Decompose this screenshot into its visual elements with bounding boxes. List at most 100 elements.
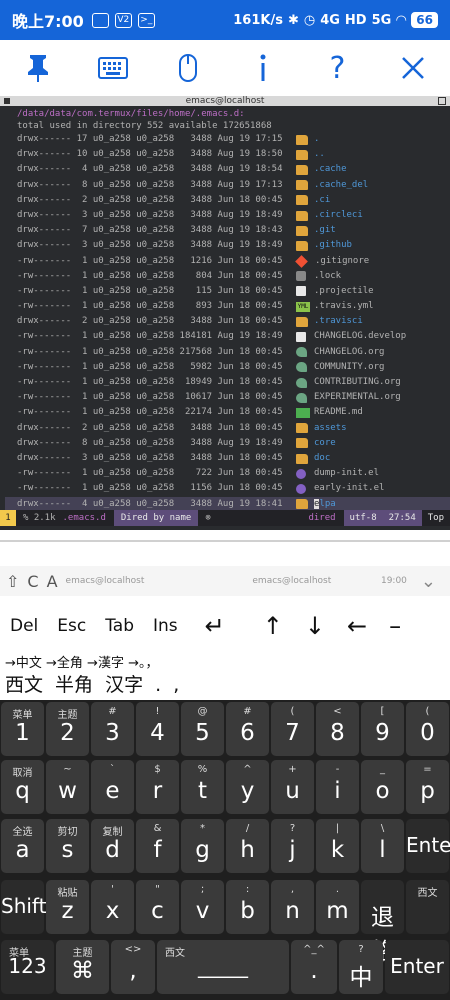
alt-icon[interactable]: A [47, 572, 58, 591]
dired-row[interactable]: -rw------- 1 u0_a258 u0_a258 18949 Jun 1… [17, 375, 450, 390]
pin-icon[interactable] [10, 46, 66, 90]
dired-row[interactable]: drwx------ 7 u0_a258 u0_a258 3488 Aug 19… [17, 223, 450, 238]
up-icon[interactable]: ⇧ [6, 572, 19, 591]
dired-row-name[interactable]: .projectile [314, 284, 374, 299]
key-row1-7[interactable]: <8 [316, 702, 359, 756]
key-row3-3[interactable]: & f [136, 819, 179, 873]
dired-row-name[interactable]: README.md [314, 405, 363, 420]
dired-row-name[interactable]: . [314, 132, 319, 147]
key-row1-8[interactable]: [9 [361, 702, 404, 756]
dired-row-name[interactable]: CHANGELOG.develop [314, 329, 406, 344]
task-left[interactable]: emacs@localhost [66, 576, 145, 586]
dired-row[interactable]: -rw------- 1 u0_a258 u0_a258 722 Jun 18 … [17, 466, 450, 481]
key-row3-0[interactable]: 全选 a [1, 819, 44, 873]
dired-row[interactable]: -rw------- 1 u0_a258 u0_a258 115 Jun 18 … [17, 284, 450, 299]
dired-row[interactable]: drwx------ 3 u0_a258 u0_a258 3488 Jun 18… [17, 451, 450, 466]
key-row4-8[interactable]: 退格 [361, 880, 404, 965]
dired-row-name[interactable]: CHANGELOG.org [314, 345, 384, 360]
key-row4-0[interactable]: Shift [1, 880, 46, 934]
dired-row-name[interactable]: .lock [314, 269, 341, 284]
dired-row-name[interactable]: .github [314, 238, 352, 253]
key-row2-8[interactable]: _ o [361, 760, 404, 814]
key-row2-1[interactable]: ~ w [46, 760, 89, 814]
key-row5-2[interactable]: <>, [111, 940, 155, 994]
dired-row-name[interactable]: assets [314, 421, 347, 436]
dired-row-name[interactable]: .travis.yml [314, 299, 374, 314]
key-row3-6[interactable]: ? j [271, 819, 314, 873]
dired-row[interactable]: -rw------- 1 u0_a258 u0_a258 1216 Jun 18… [17, 254, 450, 269]
dired-row-name[interactable]: doc [314, 451, 330, 466]
key-row4-5[interactable]: :b [226, 880, 269, 934]
key-row2-7[interactable]: -i [316, 760, 359, 814]
key-esc[interactable]: Esc [57, 616, 86, 636]
key-row2-3[interactable]: $ r [136, 760, 179, 814]
dired-row-name[interactable]: .travisci [314, 314, 363, 329]
ime-candidate-list[interactable]: 西文 半角 汉字 . , [5, 672, 450, 698]
dired-row-name[interactable]: .circleci [314, 208, 363, 223]
key-row1-1[interactable]: 主题 2 [46, 702, 89, 756]
key-row2-0[interactable]: 取消 q [1, 760, 44, 814]
dired-row[interactable]: drwx------ 8 u0_a258 u0_a258 3488 Aug 19… [17, 178, 450, 193]
key-del[interactable]: Del [10, 616, 38, 636]
key-row4-3[interactable]: " c [136, 880, 179, 934]
dired-row[interactable]: -rw------- 1 u0_a258 u0_a258 10617 Jun 1… [17, 390, 450, 405]
ctrl-icon[interactable]: C [27, 572, 38, 591]
key-ins[interactable]: Ins [153, 616, 178, 636]
key-row1-3[interactable]: ! 4 [136, 702, 179, 756]
key-row4-7[interactable]: .m [316, 880, 359, 934]
dired-row[interactable]: drwx------ 10 u0_a258 u0_a258 3488 Aug 1… [17, 147, 450, 162]
key-row3-2[interactable]: 复制 d [91, 819, 134, 873]
dired-row[interactable]: drwx------ 17 u0_a258 u0_a258 3488 Aug 1… [17, 132, 450, 147]
dired-row[interactable]: drwx------ 4 u0_a258 u0_a258 3488 Aug 19… [17, 162, 450, 177]
key-row1-9[interactable]: (0 [406, 702, 449, 756]
key-row2-6[interactable]: + u [271, 760, 314, 814]
key-row3-5[interactable]: / h [226, 819, 269, 873]
chevron-down-icon[interactable]: ⌄ [421, 571, 436, 592]
dired-row[interactable]: -rw------- 1 u0_a258 u0_a258 893 Jun 18 … [17, 299, 450, 314]
arrow-right-icon[interactable]: – [389, 612, 401, 640]
key-row3-4[interactable]: * g [181, 819, 224, 873]
dired-row[interactable]: -rw------- 1 u0_a258 u0_a258 217568 Jun … [17, 345, 450, 360]
key-row3-8[interactable]: \ l [361, 819, 404, 873]
dired-row-name[interactable]: CONTRIBUTING.org [314, 375, 401, 390]
dired-row-name[interactable]: COMMUNITY.org [314, 360, 384, 375]
key-row3-7[interactable]: | k [316, 819, 359, 873]
key-row5-5[interactable]: ? 中 [339, 940, 383, 994]
dired-row[interactable]: -rw------- 1 u0_a258 u0_a258 22174 Jun 1… [17, 405, 450, 420]
key-row5-6[interactable]: Enter [385, 940, 449, 994]
key-row1-0[interactable]: 菜单 1 [1, 702, 44, 756]
info-icon[interactable] [235, 46, 291, 90]
help-icon[interactable]: ? [310, 46, 366, 90]
window-maximize-icon[interactable] [438, 97, 446, 105]
dired-row[interactable]: drwx------ 2 u0_a258 u0_a258 3488 Jun 18… [17, 314, 450, 329]
close-icon[interactable] [385, 46, 441, 90]
key-row2-5[interactable]: ^ y [226, 760, 269, 814]
dired-row-name[interactable]: .cache_del [314, 178, 368, 193]
key-row5-0[interactable]: 菜单 123 [1, 940, 54, 994]
key-row1-6[interactable]: (7 [271, 702, 314, 756]
dired-row-name[interactable]: .git [314, 223, 336, 238]
dired-row-name[interactable]: .ci [314, 193, 330, 208]
dired-row[interactable]: drwx------ 3 u0_a258 u0_a258 3488 Aug 19… [17, 238, 450, 253]
key-row5-3[interactable]: 西文 _____ [157, 940, 289, 994]
key-row1-2[interactable]: #3 [91, 702, 134, 756]
window-menu-icon[interactable] [4, 98, 10, 104]
key-row3-1[interactable]: 剪切 s [46, 819, 89, 873]
emacs-window[interactable]: emacs@localhost /data/data/com.termux/fi… [0, 96, 450, 530]
key-row4-4[interactable]: ; v [181, 880, 224, 934]
dired-row[interactable]: drwx------ 3 u0_a258 u0_a258 3488 Aug 19… [17, 208, 450, 223]
key-row2-4[interactable]: % t [181, 760, 224, 814]
arrow-left-icon[interactable]: ← [347, 612, 367, 640]
dired-row[interactable]: -rw------- 1 u0_a258 u0_a258 1156 Jun 18… [17, 481, 450, 496]
key-tab[interactable]: Tab [105, 616, 134, 636]
dired-row-name[interactable]: core [314, 436, 336, 451]
return-icon[interactable]: ↵ [205, 612, 225, 640]
key-row4-9[interactable]: 西文 [406, 880, 449, 934]
dired-buffer[interactable]: /data/data/com.termux/files/home/.emacs.… [0, 106, 450, 512]
key-row4-1[interactable]: 粘贴 z [46, 880, 89, 934]
dired-row-name[interactable]: .. [314, 147, 325, 162]
task-mid[interactable]: emacs@localhost [252, 576, 331, 586]
key-row3-9[interactable]: Enter [406, 819, 450, 873]
key-row2-9[interactable]: = p [406, 760, 449, 814]
key-row1-4[interactable]: @5 [181, 702, 224, 756]
